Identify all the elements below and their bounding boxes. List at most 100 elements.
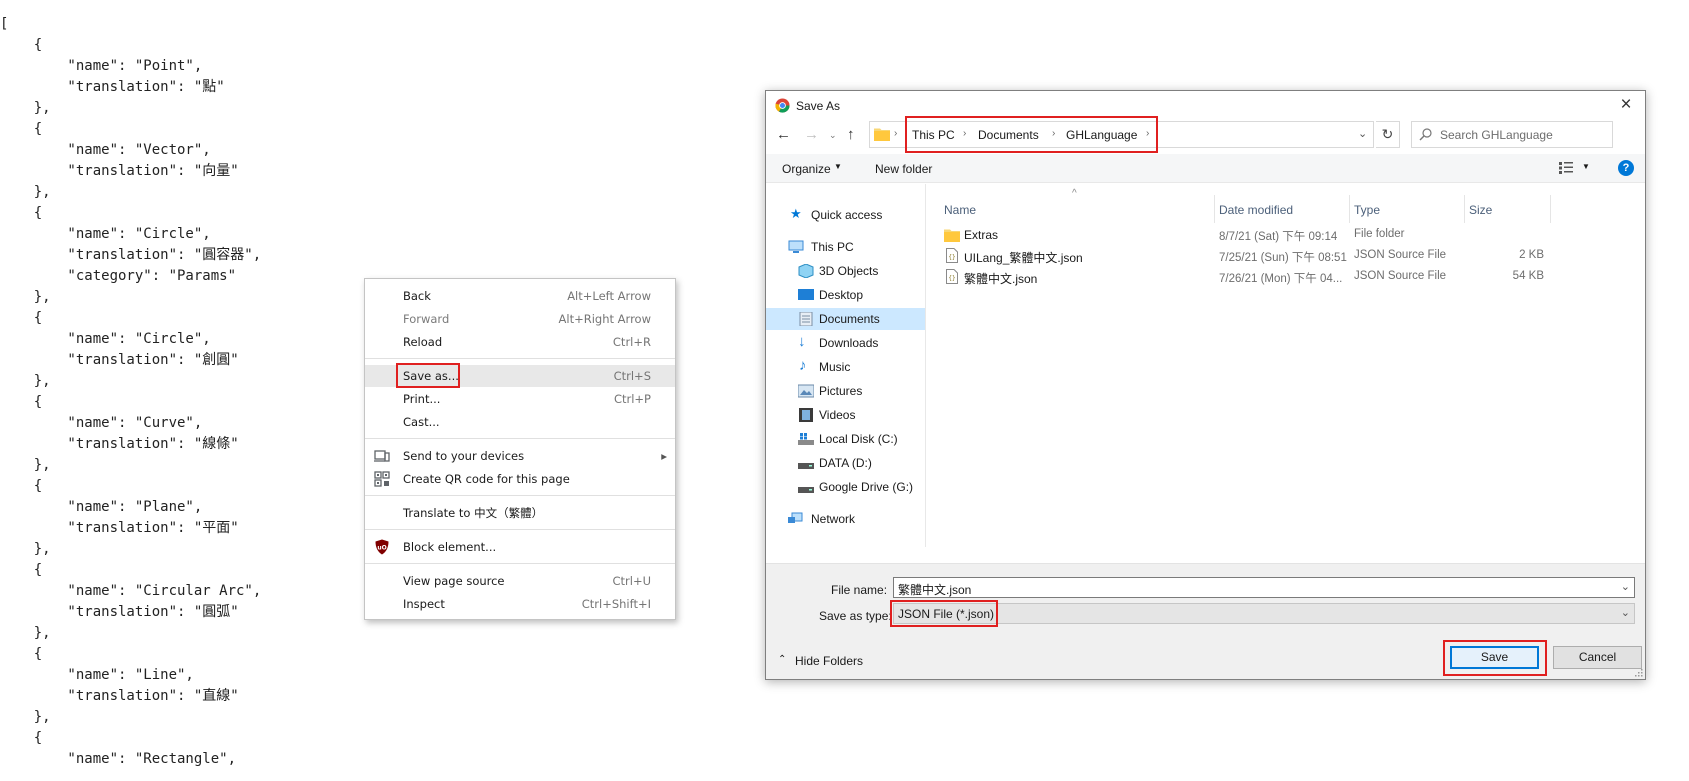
menu-item-back[interactable]: Back Alt+Left Arrow (365, 285, 675, 307)
file-row[interactable]: {} UILang_繁體中文.json 7/25/21 (Sun) 下午 08:… (929, 246, 1544, 267)
nav-label: Google Drive (G:) (819, 480, 914, 494)
menu-item-shortcut: Ctrl+R (612, 335, 651, 349)
help-icon[interactable]: ? (1618, 160, 1634, 176)
column-header-size[interactable]: Size (1469, 203, 1492, 217)
menu-item-label: Send to your devices (403, 449, 525, 463)
json-line: }, (0, 373, 51, 389)
menu-item-label: Inspect (403, 597, 445, 611)
menu-item-reload[interactable]: Reload Ctrl+R (365, 331, 675, 353)
menu-item-print[interactable]: Print... Ctrl+P (365, 388, 675, 410)
nav-google-drive[interactable]: Google Drive (G:) (766, 476, 926, 498)
menu-item-translate[interactable]: Translate to 中文（繁體） (365, 502, 675, 524)
save-as-dialog: Save As × ← → ⌄ ↑ › This PC › Documents … (765, 90, 1646, 680)
file-date: 7/25/21 (Sun) 下午 08:51 (1219, 252, 1347, 264)
file-name: UILang_繁體中文.json (964, 251, 1083, 265)
save-type-select[interactable]: JSON File (*.json) ⌄ (893, 603, 1635, 624)
document-icon (799, 312, 813, 326)
computer-icon (788, 240, 804, 253)
ublock-shield-icon: uO (375, 539, 389, 555)
nav-quick-access[interactable]: ★ Quick access (766, 204, 926, 226)
json-line: }, (0, 184, 51, 200)
save-type-label: Save as type: (819, 609, 892, 623)
search-icon (1419, 128, 1432, 141)
chrome-icon (775, 98, 790, 113)
back-arrow-icon[interactable]: ← (776, 127, 792, 143)
json-line: { (0, 478, 43, 494)
json-line: "name": "Rectangle", (0, 751, 237, 767)
search-input[interactable]: Search GHLanguage (1440, 128, 1553, 142)
refresh-icon[interactable]: ↻ (1376, 121, 1400, 148)
drive-icon (798, 487, 814, 493)
chevron-down-icon[interactable]: ▼ (1582, 162, 1590, 171)
column-header-date[interactable]: Date modified (1219, 203, 1293, 217)
nav-3d-objects[interactable]: 3D Objects (766, 260, 926, 282)
menu-item-inspect[interactable]: Inspect Ctrl+Shift+I (365, 593, 675, 615)
column-header-type[interactable]: Type (1354, 203, 1380, 217)
menu-item-view-source[interactable]: View page source Ctrl+U (365, 570, 675, 592)
json-line: { (0, 121, 43, 137)
nav-music[interactable]: ♪ Music (766, 356, 926, 378)
nav-label: Documents (819, 312, 880, 326)
sort-up-icon: ^ (1072, 188, 1077, 199)
column-header-name[interactable]: Name (944, 203, 976, 217)
devices-icon (374, 450, 390, 462)
desktop-icon (798, 289, 814, 300)
nav-desktop[interactable]: Desktop (766, 284, 926, 306)
nav-videos[interactable]: Videos (766, 404, 926, 426)
nav-label: Quick access (811, 208, 883, 222)
file-row[interactable]: Extras 8/7/21 (Sat) 下午 09:14 File folder (929, 225, 1489, 246)
nav-network[interactable]: Network (766, 508, 926, 530)
hide-folders-button[interactable]: Hide Folders (795, 654, 863, 668)
chevron-up-icon: ⌃ (778, 654, 787, 665)
nav-downloads[interactable]: ↓ Downloads (766, 332, 926, 354)
organize-menu[interactable]: Organize (782, 162, 831, 176)
menu-item-forward[interactable]: Forward Alt+Right Arrow (365, 308, 675, 330)
drive-icon (798, 463, 814, 469)
nav-this-pc[interactable]: This PC (766, 236, 926, 258)
json-line: { (0, 205, 43, 221)
folder-icon (874, 128, 890, 141)
file-size: 54 KB (1512, 270, 1544, 282)
menu-item-label: Reload (403, 335, 443, 349)
nav-local-disk[interactable]: Local Disk (C:) (766, 428, 926, 450)
menu-item-cast[interactable]: Cast... (365, 411, 675, 433)
json-file-icon: {} (946, 248, 958, 263)
view-options-icon[interactable] (1559, 162, 1573, 174)
file-row[interactable]: {} 繁體中文.json 7/26/21 (Mon) 下午 04... JSON… (929, 267, 1544, 288)
menu-item-block-element[interactable]: uO Block element... (365, 536, 675, 558)
column-divider (1214, 195, 1215, 223)
chevron-down-icon[interactable]: ⌄ (1358, 127, 1367, 140)
menu-item-qr-code[interactable]: Create QR code for this page (365, 468, 675, 490)
chevron-right-icon: › (894, 128, 898, 139)
json-line: { (0, 37, 43, 53)
close-icon[interactable]: × (1615, 95, 1637, 115)
nav-pictures[interactable]: Pictures (766, 380, 926, 402)
nav-label: Local Disk (C:) (819, 432, 898, 446)
menu-item-shortcut: Ctrl+U (612, 574, 651, 588)
pictures-icon (798, 384, 814, 398)
cancel-button[interactable]: Cancel (1553, 646, 1642, 669)
nav-documents[interactable]: Documents (766, 308, 925, 330)
menu-item-send-to-devices[interactable]: Send to your devices ▸ (365, 445, 675, 467)
menu-item-shortcut: Ctrl+Shift+I (581, 597, 651, 611)
json-line: "translation": "圓弧" (0, 604, 239, 620)
file-date: 8/7/21 (Sat) 下午 09:14 (1219, 231, 1338, 243)
nav-label: Desktop (819, 288, 864, 302)
json-line: }, (0, 541, 51, 557)
file-name-field[interactable]: 繁體中文.json ⌄ (893, 577, 1635, 598)
resize-grip-icon[interactable] (1633, 667, 1643, 677)
new-folder-button[interactable]: New folder (875, 162, 932, 176)
json-line: { (0, 646, 43, 662)
chevron-down-icon: ▼ (834, 162, 842, 171)
up-arrow-icon[interactable]: ↑ (847, 127, 863, 143)
recent-locations-icon[interactable]: ⌄ (829, 129, 841, 141)
drive-icon (798, 433, 814, 445)
chevron-down-icon[interactable]: ⌄ (1621, 580, 1630, 593)
forward-arrow-icon[interactable]: → (804, 127, 820, 143)
json-line: "translation": "創圓" (0, 352, 239, 368)
nav-data-drive[interactable]: DATA (D:) (766, 452, 926, 474)
menu-item-label: Create QR code for this page (403, 472, 570, 486)
json-line: "translation": "線條" (0, 436, 239, 452)
chevron-down-icon: ⌄ (1620, 607, 1630, 619)
svg-text:{}: {} (948, 275, 955, 282)
